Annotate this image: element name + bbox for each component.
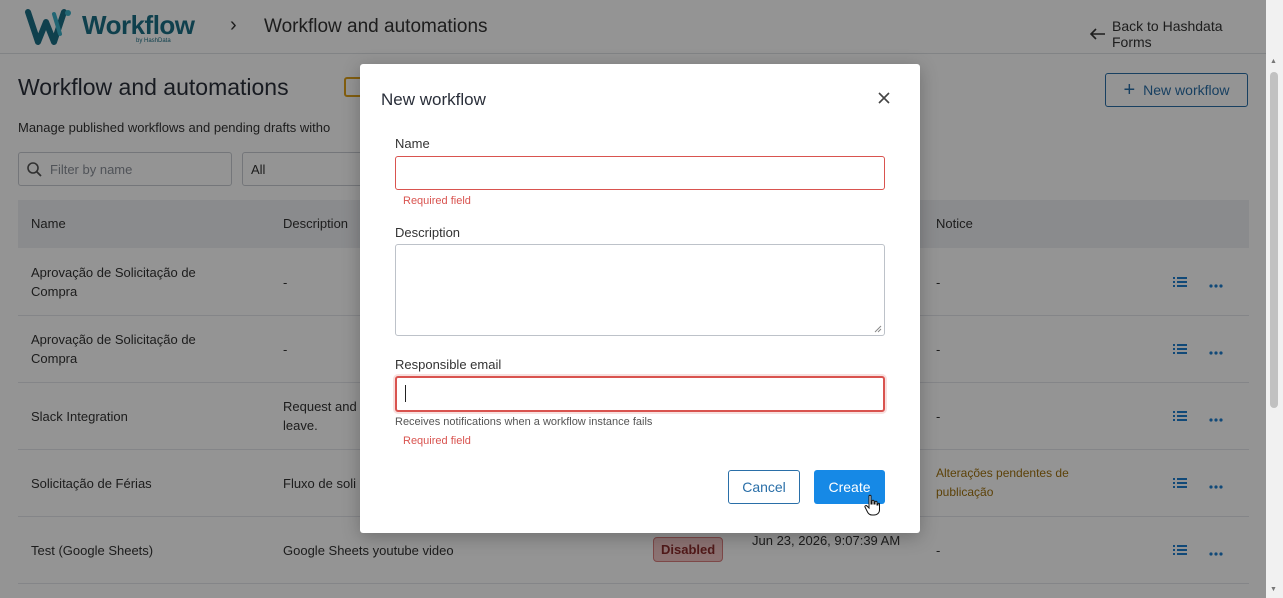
hand-cursor-icon <box>864 494 880 516</box>
name-input[interactable] <box>395 156 885 190</box>
responsible-email-input[interactable] <box>395 376 885 412</box>
scroll-up-icon[interactable]: ▲ <box>1270 58 1277 65</box>
email-error: Required field <box>403 435 471 447</box>
resize-handle-icon[interactable] <box>874 325 882 333</box>
scroll-thumb[interactable] <box>1270 72 1278 408</box>
scroll-down-icon[interactable]: ▼ <box>1270 586 1277 593</box>
dialog-title: New workflow <box>381 90 486 109</box>
email-label: Responsible email <box>395 357 502 372</box>
name-label: Name <box>395 136 430 151</box>
new-workflow-dialog: New workflow Name Required field Descrip… <box>360 64 920 533</box>
close-icon[interactable] <box>876 90 892 106</box>
name-error: Required field <box>403 195 471 207</box>
page-scrollbar[interactable]: ▲ ▼ <box>1266 0 1283 598</box>
description-label: Description <box>395 225 461 240</box>
email-hint: Receives notifications when a workflow i… <box>395 416 653 428</box>
description-textarea[interactable] <box>395 244 885 336</box>
cancel-button[interactable]: Cancel <box>728 470 800 504</box>
text-caret <box>405 385 406 402</box>
